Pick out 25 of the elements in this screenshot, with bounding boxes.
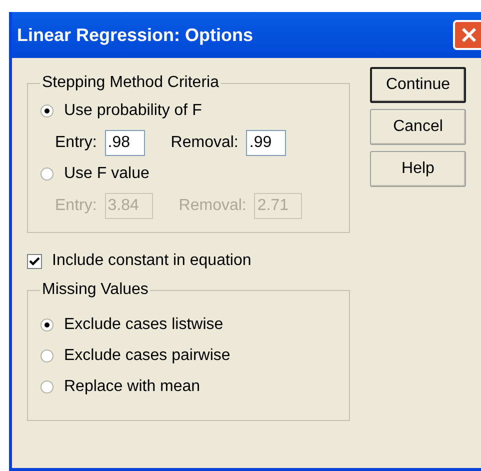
field-label: Entry: — [55, 134, 97, 152]
checkbox-label: Include constant in equation — [52, 252, 252, 270]
input-field[interactable]: .98 — [104, 130, 145, 156]
radio-label: Use probability of F — [64, 102, 202, 120]
radio-label: Replace with mean — [64, 378, 200, 396]
checkbox[interactable] — [27, 254, 42, 268]
group-legend: Stepping Method Criteria — [40, 74, 221, 92]
close-button[interactable] — [453, 20, 481, 50]
dialog-button[interactable]: Continue — [370, 67, 466, 103]
field-label: Removal: — [170, 134, 238, 152]
radio-button[interactable] — [40, 104, 54, 118]
field-label: Removal: — [178, 196, 246, 214]
radio-button[interactable] — [40, 348, 54, 362]
group-legend: Missing Values — [40, 281, 150, 299]
radio-label: Exclude cases pairwise — [64, 346, 230, 364]
radio-button[interactable] — [40, 318, 54, 332]
dialog-button[interactable]: Help — [370, 151, 466, 187]
window-title: Linear Regression: Options — [17, 24, 254, 46]
field-label: Entry: — [55, 196, 97, 214]
radio-label: Exclude cases listwise — [64, 316, 224, 334]
radio-button[interactable] — [40, 380, 54, 394]
dialog-button[interactable]: Cancel — [370, 109, 466, 145]
close-icon — [460, 26, 478, 44]
input-field[interactable]: .99 — [246, 130, 286, 156]
radio-label: Use F value — [64, 165, 150, 183]
